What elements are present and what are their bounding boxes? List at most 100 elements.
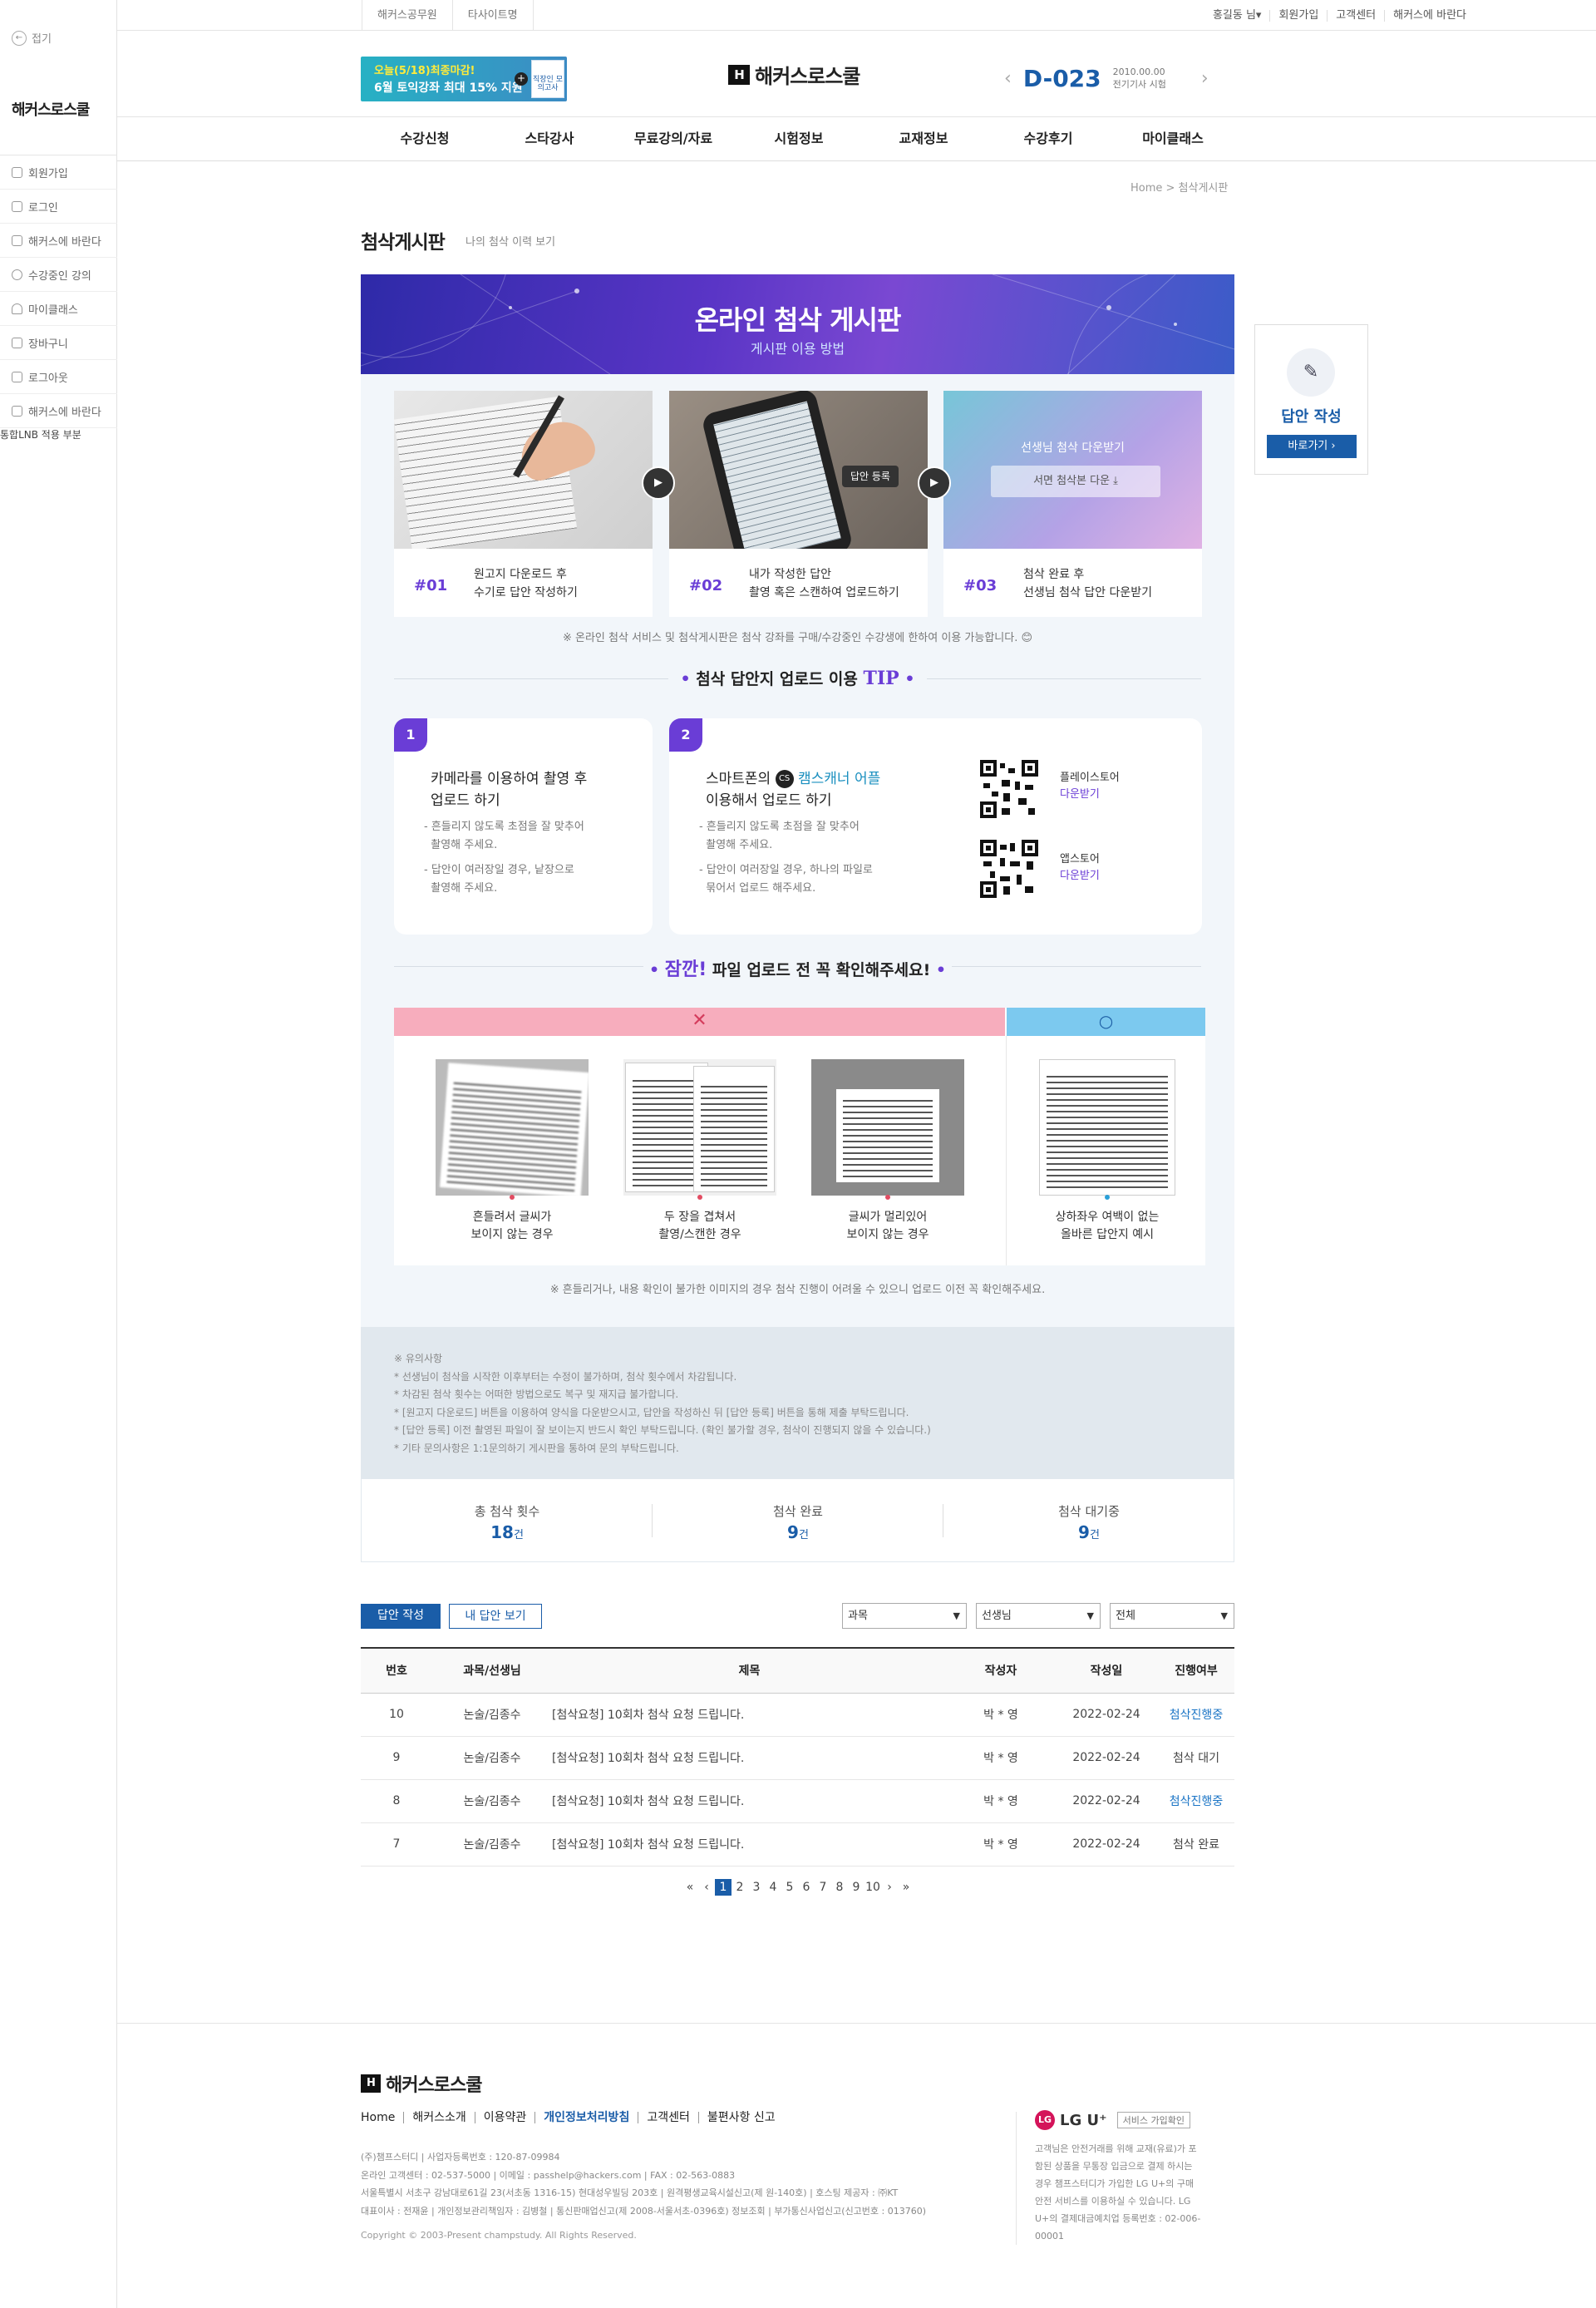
col-header: 작성자 <box>947 1647 1055 1694</box>
write-answer-button[interactable]: 답안 작성 <box>361 1604 441 1629</box>
caption-line1: 상하좌우 여백이 없는 <box>1055 1211 1160 1224</box>
cell-no: 9 <box>361 1736 432 1780</box>
service-check-button[interactable]: 서비스 가입확인 <box>1116 2112 1190 2128</box>
divider <box>394 966 643 967</box>
table-row[interactable]: 8 논술/김종수 [첨삭요청] 10회차 첨삭 요청 드립니다. 박 * 영 2… <box>361 1779 1234 1823</box>
float-go-button[interactable]: 바로가기 › <box>1267 435 1357 458</box>
lnb-item-myclass[interactable]: 마이클래스 <box>0 292 117 326</box>
dot-icon: • <box>904 670 915 688</box>
cell-author: 박 * 영 <box>947 1822 1055 1867</box>
gnb-item[interactable]: 마이클래스 <box>1142 117 1204 160</box>
page-link[interactable]: 3 <box>748 1881 765 1894</box>
cell-title[interactable]: [첨삭요청] 10회차 첨삭 요청 드립니다. <box>552 1736 947 1780</box>
lnb-item-login[interactable]: 로그인 <box>0 190 117 224</box>
doc-icon <box>12 166 22 178</box>
site-logo[interactable]: H 해커스로스쿨 <box>728 60 860 89</box>
stat-value: 18건 <box>362 1522 653 1542</box>
divider <box>394 678 668 679</box>
next-page-icon[interactable]: › <box>881 1881 898 1894</box>
lnb-item-join[interactable]: 회원가입 <box>0 155 117 190</box>
page-link[interactable]: 5 <box>781 1881 798 1894</box>
gnb-item[interactable]: 시험정보 <box>775 117 824 160</box>
util-link[interactable]: 고객센터 <box>1327 9 1384 22</box>
chevron-left-icon[interactable]: ‹ <box>1004 68 1012 89</box>
footer-link[interactable]: 불편사항 신고 <box>697 2112 784 2123</box>
page-link[interactable]: 8 <box>831 1881 848 1894</box>
lnb-item-request[interactable]: 해커스에 바란다 <box>0 224 117 258</box>
promo-banner[interactable]: 오늘(5/18)최종마감! 6월 토익강좌 최대 15% 지원 + 직장인 모의… <box>361 57 567 101</box>
util-link[interactable]: 해커스에 바란다 <box>1384 9 1475 22</box>
fold-button[interactable]: ← 접기 <box>12 30 52 46</box>
util-link[interactable]: 회원가입 <box>1269 9 1327 22</box>
page-link[interactable]: 1 <box>715 1879 732 1896</box>
chevron-right-icon[interactable]: › <box>1201 68 1209 89</box>
teacher-select[interactable]: 선생님 ▼ <box>976 1603 1101 1629</box>
tip-card-2: 2 스마트폰의 CS 캠스캐너 어플 이용해서 업로드 하기 - 흔들리지 않도록… <box>669 718 1202 935</box>
gnb-item[interactable]: 무료강의/자료 <box>634 117 712 160</box>
lnb-logo[interactable]: 해커스로스쿨 <box>12 98 90 120</box>
chevron-down-icon: ▼ <box>1220 1610 1228 1621</box>
util-link[interactable]: 해커스공무원 <box>362 0 452 31</box>
footer-logo[interactable]: H 해커스로스쿨 <box>361 2070 482 2097</box>
user-menu[interactable]: 홍길동 님▾ <box>1204 9 1270 22</box>
lnb-item-cart[interactable]: 장바구니 <box>0 326 117 360</box>
appstore-download-link[interactable]: 다운받기 <box>1060 870 1100 882</box>
gnb-item[interactable]: 스타강사 <box>525 117 574 160</box>
table-row[interactable]: 10 논술/김종수 [첨삭요청] 10회차 첨삭 요청 드립니다. 박 * 영 … <box>361 1693 1234 1737</box>
cell-title[interactable]: [첨삭요청] 10회차 첨삭 요청 드립니다. <box>552 1779 947 1823</box>
col-header: 번호 <box>361 1647 432 1694</box>
service-notice: ※ 온라인 첨삭 서비스 및 첨삭게시판은 첨삭 강좌를 구매/수강중인 수강생… <box>562 632 1033 644</box>
status-select[interactable]: 전체 ▼ <box>1110 1603 1234 1629</box>
page-link[interactable]: 9 <box>848 1881 864 1894</box>
caution-item: * 선생님이 첨삭을 시작한 이후부터는 수정이 불가하며, 첨삭 횟수에서 차… <box>394 1370 737 1383</box>
gnb-item[interactable]: 수강후기 <box>1024 117 1073 160</box>
footer-link[interactable]: 해커스소개 <box>403 2112 474 2123</box>
table-row[interactable]: 9 논술/김종수 [첨삭요청] 10회차 첨삭 요청 드립니다. 박 * 영 2… <box>361 1736 1234 1780</box>
download-illustration: 선생님 첨삭 다운받기 서면 첨삭본 다운 ⤓ <box>943 391 1202 549</box>
info-line: (주)챔프스터디 | 사업자등록번호 : 120-87-09984 <box>361 2152 560 2163</box>
lnb-item-courses[interactable]: 수강중인 강의 <box>0 258 117 292</box>
table-row[interactable]: 7 논술/김종수 [첨삭요청] 10회차 첨삭 요청 드립니다. 박 * 영 2… <box>361 1822 1234 1867</box>
cell-title[interactable]: [첨삭요청] 10회차 첨삭 요청 드립니다. <box>552 1693 947 1737</box>
cell-title[interactable]: [첨삭요청] 10회차 첨삭 요청 드립니다. <box>552 1822 947 1867</box>
tip-list: - 흔들리지 않도록 초점을 잘 맞추어 촬영해 주세요. - 답안이 여러장일… <box>424 818 584 905</box>
gnb-item[interactable]: 교재정보 <box>899 117 948 160</box>
page-link[interactable]: 4 <box>765 1881 781 1894</box>
select-value: 전체 <box>1116 1610 1135 1622</box>
footer-link[interactable]: 이용약관 <box>474 2112 535 2123</box>
last-page-icon[interactable]: » <box>898 1881 914 1894</box>
footer-link[interactable]: Home <box>361 2112 403 2123</box>
dday-date: 2010.00.00 <box>1112 67 1165 77</box>
page-subtitle[interactable]: 나의 첨삭 이력 보기 <box>466 233 555 249</box>
info-line: 온라인 고객센터 : 02-537-5000 | 이메일 : passhelp@… <box>361 2169 736 2181</box>
divider <box>952 966 1201 967</box>
tip-line1: 스마트폰의 <box>706 771 776 787</box>
caution-item: * [답안 등록] 이전 촬영된 파일이 잘 보이는지 반드시 확인 부탁드립니… <box>394 1424 931 1436</box>
first-page-icon[interactable]: « <box>682 1881 698 1894</box>
playstore-download-link[interactable]: 다운받기 <box>1060 788 1100 801</box>
lnb-item-request2[interactable]: 해커스에 바란다 <box>0 394 117 428</box>
qr-appstore <box>980 840 1038 898</box>
subject-select[interactable]: 과목 ▼ <box>842 1603 967 1629</box>
footer-link[interactable]: 고객센터 <box>638 2112 698 2123</box>
divider <box>927 678 1201 679</box>
page-link[interactable]: 7 <box>815 1881 831 1894</box>
step-line1: 원고지 다운로드 후 <box>474 568 567 581</box>
cell-date: 2022-02-24 <box>1055 1822 1158 1867</box>
footer-link[interactable]: 개인정보처리방침 <box>534 2112 638 2123</box>
util-link[interactable]: 타사이트명 <box>451 0 534 31</box>
lnb-label: 해커스에 바란다 <box>28 406 101 419</box>
example-caption: 두 장을 겹쳐서 촬영/스캔한 경우 <box>623 1209 776 1244</box>
page-link[interactable]: 6 <box>798 1881 815 1894</box>
tip-title: 첨삭 답안지 업로드 이용 <box>696 670 864 688</box>
gnb-item[interactable]: 수강신청 <box>401 117 450 160</box>
logo-text: 해커스로스쿨 <box>755 65 860 88</box>
tip-badge: 2 <box>669 718 702 752</box>
blurry-example-image <box>436 1059 589 1196</box>
stat-value: 9건 <box>653 1522 943 1542</box>
prev-page-icon[interactable]: ‹ <box>698 1881 715 1894</box>
page-link[interactable]: 10 <box>864 1881 881 1894</box>
lnb-item-logout[interactable]: 로그아웃 <box>0 360 117 394</box>
page-link[interactable]: 2 <box>732 1881 748 1894</box>
my-answers-button[interactable]: 내 답안 보기 <box>449 1604 542 1629</box>
